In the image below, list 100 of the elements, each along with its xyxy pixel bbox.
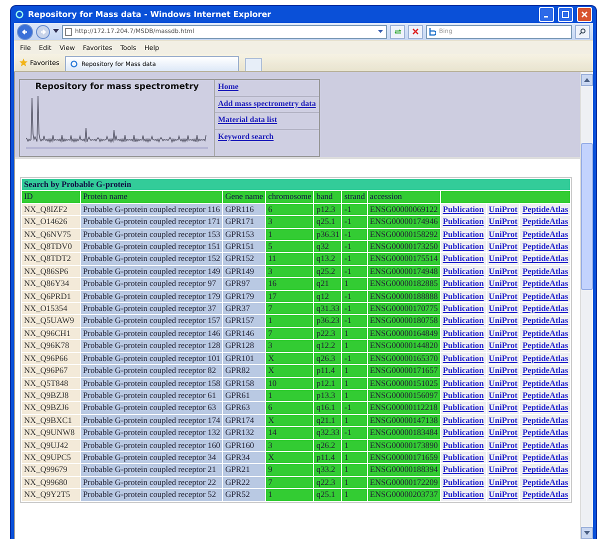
uniprot-link[interactable]: UniProt: [486, 489, 520, 501]
scrollbar[interactable]: [580, 72, 593, 539]
dropdown-icon[interactable]: [377, 28, 384, 35]
publication-link[interactable]: Publication: [440, 414, 486, 426]
table-cell: 1: [342, 365, 367, 376]
uniprot-link[interactable]: UniProt: [486, 278, 520, 290]
peptideatlas-link[interactable]: PeptideAtlas: [520, 241, 570, 252]
uniprot-link[interactable]: UniProt: [486, 365, 520, 376]
publication-link[interactable]: Publication: [440, 278, 486, 290]
table-cell: NX_Q86Y34: [22, 278, 80, 290]
publication-link[interactable]: Publication: [440, 378, 486, 389]
peptideatlas-link[interactable]: PeptideAtlas: [520, 290, 570, 302]
uniprot-link[interactable]: UniProt: [486, 378, 520, 389]
publication-link[interactable]: Publication: [440, 328, 486, 340]
publication-link[interactable]: Publication: [440, 476, 486, 488]
publication-link[interactable]: Publication: [440, 303, 486, 314]
uniprot-link[interactable]: UniProt: [486, 402, 520, 414]
uniprot-link[interactable]: UniProt: [486, 228, 520, 240]
uniprot-link[interactable]: UniProt: [486, 340, 520, 352]
publication-link[interactable]: Publication: [440, 352, 486, 364]
publication-link[interactable]: Publication: [440, 365, 486, 376]
peptideatlas-link[interactable]: PeptideAtlas: [520, 464, 570, 476]
uniprot-link[interactable]: UniProt: [486, 427, 520, 439]
peptideatlas-link[interactable]: PeptideAtlas: [520, 328, 570, 340]
peptideatlas-link[interactable]: PeptideAtlas: [520, 414, 570, 426]
uniprot-link[interactable]: UniProt: [486, 476, 520, 488]
peptideatlas-link[interactable]: PeptideAtlas: [520, 228, 570, 240]
uniprot-link[interactable]: UniProt: [486, 253, 520, 265]
publication-link[interactable]: Publication: [440, 266, 486, 278]
peptideatlas-link[interactable]: PeptideAtlas: [520, 365, 570, 376]
peptideatlas-link[interactable]: PeptideAtlas: [520, 204, 570, 216]
close-button[interactable]: [577, 7, 592, 22]
peptideatlas-link[interactable]: PeptideAtlas: [520, 340, 570, 352]
publication-link[interactable]: Publication: [440, 290, 486, 302]
peptideatlas-link[interactable]: PeptideAtlas: [520, 402, 570, 414]
publication-link[interactable]: Publication: [440, 489, 486, 501]
publication-link[interactable]: Publication: [440, 427, 486, 439]
nav-link[interactable]: Material data list: [215, 113, 319, 130]
peptideatlas-link[interactable]: PeptideAtlas: [520, 352, 570, 364]
publication-link[interactable]: Publication: [440, 390, 486, 402]
publication-link[interactable]: Publication: [440, 402, 486, 414]
peptideatlas-link[interactable]: PeptideAtlas: [520, 253, 570, 265]
uniprot-link[interactable]: UniProt: [486, 464, 520, 476]
uniprot-link[interactable]: UniProt: [486, 452, 520, 464]
peptideatlas-link[interactable]: PeptideAtlas: [520, 390, 570, 402]
table-cell: q12: [314, 290, 342, 302]
publication-link[interactable]: Publication: [440, 216, 486, 228]
table-cell: X: [266, 452, 314, 464]
minimize-button[interactable]: [539, 7, 554, 22]
peptideatlas-link[interactable]: PeptideAtlas: [520, 378, 570, 389]
peptideatlas-link[interactable]: PeptideAtlas: [520, 278, 570, 290]
peptideatlas-link[interactable]: PeptideAtlas: [520, 452, 570, 464]
publication-link[interactable]: Publication: [440, 464, 486, 476]
publication-link[interactable]: Publication: [440, 340, 486, 352]
scroll-up-icon[interactable]: [584, 78, 590, 82]
uniprot-link[interactable]: UniProt: [486, 290, 520, 302]
column-header: band: [314, 191, 342, 203]
uniprot-link[interactable]: UniProt: [486, 315, 520, 327]
uniprot-link[interactable]: UniProt: [486, 204, 520, 216]
peptideatlas-link[interactable]: PeptideAtlas: [520, 315, 570, 327]
uniprot-link[interactable]: UniProt: [486, 266, 520, 278]
publication-link[interactable]: Publication: [440, 204, 486, 216]
peptideatlas-link[interactable]: PeptideAtlas: [520, 216, 570, 228]
peptideatlas-link[interactable]: PeptideAtlas: [520, 476, 570, 488]
publication-link[interactable]: Publication: [440, 228, 486, 240]
publication-link[interactable]: Publication: [440, 241, 486, 252]
dropdown-icon[interactable]: [53, 29, 59, 34]
table-cell: GPR146: [223, 328, 266, 340]
refresh-button[interactable]: [390, 24, 405, 38]
peptideatlas-link[interactable]: PeptideAtlas: [520, 440, 570, 451]
publication-link[interactable]: Publication: [440, 452, 486, 464]
nav-link[interactable]: Home: [215, 80, 319, 96]
table-cell: GPR179: [223, 290, 266, 302]
uniprot-link[interactable]: UniProt: [486, 414, 520, 426]
uniprot-link[interactable]: UniProt: [486, 440, 520, 451]
uniprot-link[interactable]: UniProt: [486, 216, 520, 228]
table-cell: q16.1: [314, 402, 342, 414]
table-cell: q22.3: [314, 476, 342, 488]
publication-link[interactable]: Publication: [440, 315, 486, 327]
uniprot-link[interactable]: UniProt: [486, 241, 520, 252]
table-cell: 1: [342, 278, 367, 290]
uniprot-link[interactable]: UniProt: [486, 352, 520, 364]
uniprot-link[interactable]: UniProt: [486, 303, 520, 314]
peptideatlas-link[interactable]: PeptideAtlas: [520, 489, 570, 501]
peptideatlas-link[interactable]: PeptideAtlas: [520, 303, 570, 314]
search-icon[interactable]: [575, 24, 590, 38]
publication-link[interactable]: Publication: [440, 440, 486, 451]
publication-link[interactable]: Publication: [440, 253, 486, 265]
stop-button[interactable]: [408, 24, 423, 38]
column-header: chromosome: [266, 191, 314, 203]
nav-link[interactable]: Add mass spectrometry data: [215, 96, 319, 113]
uniprot-link[interactable]: UniProt: [486, 390, 520, 402]
back-button[interactable]: [17, 24, 33, 40]
table-cell: -1: [342, 303, 367, 314]
scroll-down-icon[interactable]: [584, 531, 590, 535]
uniprot-link[interactable]: UniProt: [486, 328, 520, 340]
peptideatlas-link[interactable]: PeptideAtlas: [520, 427, 570, 439]
nav-link[interactable]: Keyword search: [215, 130, 319, 145]
peptideatlas-link[interactable]: PeptideAtlas: [520, 266, 570, 278]
maximize-button[interactable]: [558, 7, 573, 22]
